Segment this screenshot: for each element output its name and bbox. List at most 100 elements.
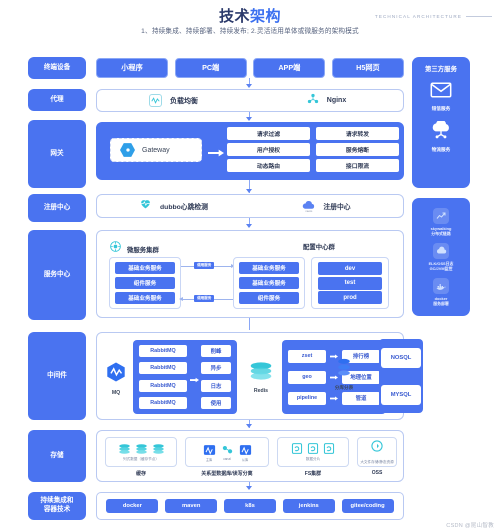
third-party-sms[interactable]: 短信服务 [430, 82, 452, 112]
client-app-label: APP端 [278, 63, 301, 72]
sidebar-label-terminal: 终端设备 [43, 63, 71, 71]
sidebar-label-storage: 存储 [50, 451, 64, 459]
storage-card-fs[interactable]: 数据分片 [277, 437, 349, 467]
database-panel: NOSQL MYSQL [379, 339, 423, 413]
monitor-label-docker: docker 服务部署 [433, 296, 449, 307]
docker-icon [433, 278, 449, 295]
sidebar-label-middleware: 中间件 [47, 371, 67, 379]
registry-dubbo[interactable]: dubbo心跳检测 [97, 197, 250, 215]
service-connector-bottom-label: 调用服务 [194, 295, 215, 302]
db-replica-icon: 主库 canal 从库 [203, 443, 252, 462]
mq-effect-chip[interactable]: 削峰 [201, 345, 231, 357]
registry-dubbo-label: dubbo心跳检测 [160, 204, 208, 211]
connector-arrow-registry [246, 189, 252, 193]
redis-key-chip[interactable]: zset [288, 349, 326, 363]
sharding-group-icon: 分库分表 [327, 358, 361, 391]
service-chip[interactable]: 基础业务服务 [115, 292, 175, 304]
proxy-loadbalancer[interactable]: 负载均衡 [97, 94, 250, 107]
redis-value-chip[interactable]: 管道 [342, 391, 380, 405]
config-center-title: 配置中心群 [303, 244, 335, 251]
redis-pair-row: pipeline 管道 [288, 389, 380, 407]
config-env-chip[interactable]: test [318, 276, 382, 290]
storage-card-database[interactable]: 主库 canal 从库 [185, 437, 269, 467]
monitor-item-skywalking[interactable]: skywalking 分布式链路 [431, 207, 451, 236]
mq-arrow-icon [190, 371, 199, 389]
monitoring-panel: skywalking 分布式链路 ELK/OSS日志 GC/JVM监控 dock… [412, 198, 470, 316]
client-app[interactable]: APP端 [253, 58, 326, 78]
mq-queue-chip[interactable]: RabbitMQ [139, 345, 187, 357]
gateway-chip[interactable]: Gateway [110, 138, 202, 162]
sidebar-label-service-center: 服务中心 [43, 270, 71, 278]
nginx-icon [307, 92, 319, 110]
third-party-title: 第三方服务 [425, 66, 457, 73]
gateway-feature[interactable]: 服务熔断 [316, 143, 399, 156]
third-party-logistics[interactable]: 物流服务 [430, 119, 452, 153]
monitor-item-docker[interactable]: docker 服务部署 [433, 278, 449, 306]
mq-label: MQ [111, 390, 121, 396]
redis-key-chip[interactable]: pipeline [288, 391, 326, 405]
gateway-feature[interactable]: 请求转发 [316, 127, 399, 140]
microservice-icon [109, 240, 122, 258]
logistics-icon [430, 119, 452, 144]
gateway-feature[interactable]: 接口限流 [316, 159, 399, 172]
gateway-feature[interactable]: 请求过滤 [227, 127, 310, 140]
sidebar-item-service-center[interactable]: 服务中心 [28, 230, 86, 320]
devops-chip-maven[interactable]: maven [165, 499, 218, 513]
sidebar-label-registry: 注册中心 [43, 203, 71, 211]
mq-queue-chip[interactable]: RabbitMQ [139, 362, 187, 375]
service-chip[interactable]: 基础业务服务 [239, 262, 299, 274]
devops-chip-git[interactable]: gitee/coding [341, 499, 394, 513]
service-chip[interactable]: 组件服务 [239, 292, 299, 304]
monitor-label-logs: ELK/OSS日志 GC/JVM监控 [428, 260, 454, 271]
sidebar-item-storage[interactable]: 存储 [28, 430, 86, 482]
service-chip[interactable]: 基础业务服务 [239, 277, 299, 289]
sidebar-item-terminal[interactable]: 终端设备 [28, 57, 86, 79]
devops-chip-jenkins[interactable]: jenkins [282, 499, 335, 513]
devops-chip-docker[interactable]: docker [106, 499, 159, 513]
watermark: CSDN @昆山智教 [446, 521, 494, 529]
envelope-icon [430, 82, 452, 103]
config-env-chip[interactable]: prod [318, 291, 382, 304]
storage-card-oss-sub: 大文件存储/静态资源 [360, 460, 394, 464]
proxy-nginx[interactable]: Nginx [250, 92, 403, 110]
storage-caption-oss: OSS [371, 470, 383, 476]
gateway-feature[interactable]: 动态路由 [227, 159, 310, 172]
client-pc-label: PC端 [202, 63, 220, 72]
gateway-feature[interactable]: 用户授权 [227, 143, 310, 156]
registry-nacos-label: 注册中心 [323, 204, 351, 211]
sidebar-label-devops: 持续集成和 容器技术 [40, 497, 74, 513]
sidebar-item-proxy[interactable]: 代理 [28, 89, 86, 111]
mq-effect-chip[interactable]: 使用 [201, 396, 231, 409]
config-env-chip[interactable]: dev [318, 262, 382, 275]
sidebar-item-middleware[interactable]: 中间件 [28, 332, 86, 420]
client-pc[interactable]: PC端 [174, 58, 247, 78]
service-chip[interactable]: 组件服务 [115, 277, 175, 289]
client-miniprogram[interactable]: 小程序 [96, 58, 168, 78]
connector-arrow-service [246, 224, 252, 228]
redis-label: Redis [253, 388, 269, 394]
mq-effect-chip[interactable]: 日志 [201, 379, 231, 392]
third-party-sms-label: 短信服务 [431, 106, 451, 111]
mq-effect-chip[interactable]: 异步 [201, 362, 231, 375]
storage-card-oss[interactable]: 大文件存储/静态资源 [357, 437, 397, 467]
redis-key-chip[interactable]: geo [288, 370, 326, 384]
client-h5[interactable]: H5网页 [331, 58, 404, 78]
devops-chip-k8s[interactable]: k8s [223, 499, 276, 513]
cloud-log-icon [433, 242, 449, 259]
mq-queue-chip[interactable]: RabbitMQ [139, 396, 187, 409]
english-title: TECHNICAL ARCHITECTURE [375, 14, 492, 19]
service-chip[interactable]: 基础业务服务 [115, 262, 175, 274]
redis-icon [249, 361, 273, 386]
sidebar-item-gateway[interactable]: 网关 [28, 120, 86, 188]
database-chip-mysql[interactable]: MYSQL [381, 384, 421, 405]
storage-card-cache[interactable]: 列式数据（缓存节点） [105, 437, 177, 467]
monitor-item-logs[interactable]: ELK/OSS日志 GC/JVM监控 [428, 242, 454, 271]
sidebar-item-devops[interactable]: 持续集成和 容器技术 [28, 492, 86, 520]
sidebar-item-registry[interactable]: 注册中心 [28, 194, 86, 222]
title-rule [466, 16, 492, 17]
watermark-text: CSDN @昆山智教 [446, 523, 494, 529]
mq-queue-chip[interactable]: RabbitMQ [139, 379, 187, 392]
mq-queue-list: RabbitMQ RabbitMQ RabbitMQ RabbitMQ [139, 345, 187, 409]
database-chip-nosql[interactable]: NOSQL [381, 347, 421, 368]
registry-nacos[interactable]: nacos 注册中心 [250, 200, 403, 213]
